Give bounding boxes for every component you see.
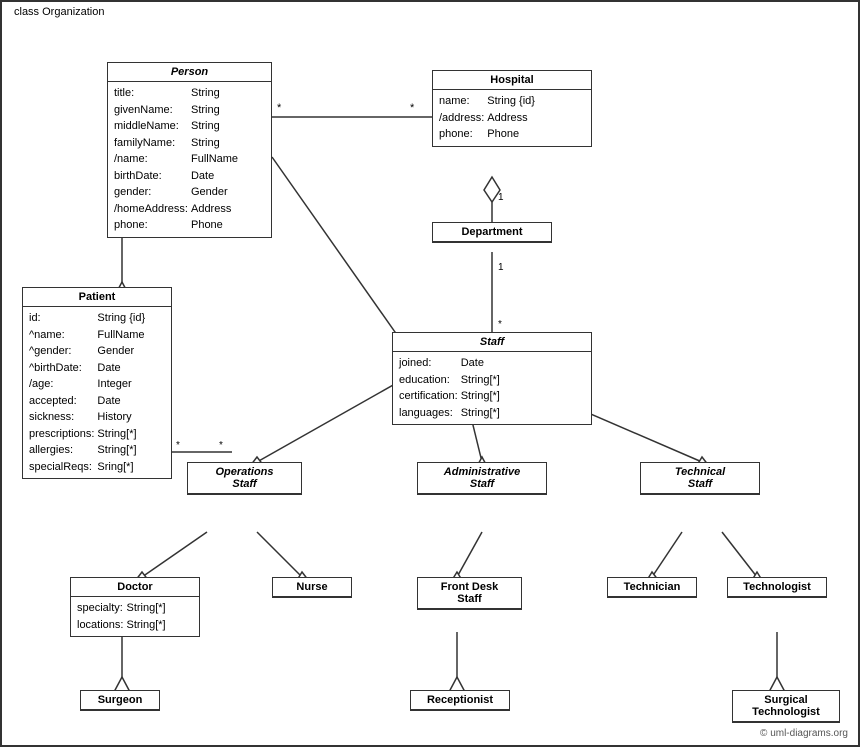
svg-text:*: * (176, 440, 180, 451)
hospital-class: Hospital name:String {id} /address:Addre… (432, 70, 592, 147)
diagram-container: class Organization * * 1 * 1 * * * (0, 0, 860, 747)
patient-class-body: id:String {id} ^name:FullName ^gender:Ge… (23, 307, 171, 478)
staff-class-header: Staff (393, 333, 591, 352)
receptionist-class-header: Receptionist (411, 691, 509, 710)
svg-text:1: 1 (498, 192, 504, 203)
staff-class: Staff joined:Date education:String[*] ce… (392, 332, 592, 425)
operations-staff-class: Operations Staff (187, 462, 302, 495)
surgeon-class: Surgeon (80, 690, 160, 711)
doctor-class: Doctor specialty:String[*] locations:Str… (70, 577, 200, 637)
front-desk-staff-class: Front Desk Staff (417, 577, 522, 610)
person-class-header: Person (108, 63, 271, 82)
technologist-class: Technologist (727, 577, 827, 598)
administrative-staff-class: Administrative Staff (417, 462, 547, 495)
technologist-class-header: Technologist (728, 578, 826, 597)
hospital-class-header: Hospital (433, 71, 591, 90)
administrative-staff-header: Administrative Staff (418, 463, 546, 494)
technical-staff-header: Technical Staff (641, 463, 759, 494)
nurse-class-header: Nurse (273, 578, 351, 597)
technician-class-header: Technician (608, 578, 696, 597)
department-class-header: Department (433, 223, 551, 242)
operations-staff-header: Operations Staff (188, 463, 301, 494)
patient-class-header: Patient (23, 288, 171, 307)
doctor-class-body: specialty:String[*] locations:String[*] (71, 597, 199, 636)
technical-staff-class: Technical Staff (640, 462, 760, 495)
surgeon-class-header: Surgeon (81, 691, 159, 710)
nurse-class: Nurse (272, 577, 352, 598)
svg-text:1: 1 (498, 262, 504, 273)
svg-text:*: * (219, 440, 223, 451)
department-class: Department (432, 222, 552, 243)
staff-class-body: joined:Date education:String[*] certific… (393, 352, 591, 424)
person-class-body: title:String givenName:String middleName… (108, 82, 271, 237)
svg-text:*: * (277, 102, 282, 114)
diagram-title: class Organization (10, 6, 109, 18)
doctor-class-header: Doctor (71, 578, 199, 597)
svg-text:*: * (410, 102, 415, 114)
technician-class: Technician (607, 577, 697, 598)
copyright: © uml-diagrams.org (760, 728, 848, 739)
svg-text:*: * (498, 319, 502, 330)
front-desk-staff-header: Front Desk Staff (418, 578, 521, 609)
surgical-technologist-class: Surgical Technologist (732, 690, 840, 723)
receptionist-class: Receptionist (410, 690, 510, 711)
hospital-class-body: name:String {id} /address:Address phone:… (433, 90, 591, 146)
surgical-technologist-header: Surgical Technologist (733, 691, 839, 722)
person-class: Person title:String givenName:String mid… (107, 62, 272, 238)
patient-class: Patient id:String {id} ^name:FullName ^g… (22, 287, 172, 479)
